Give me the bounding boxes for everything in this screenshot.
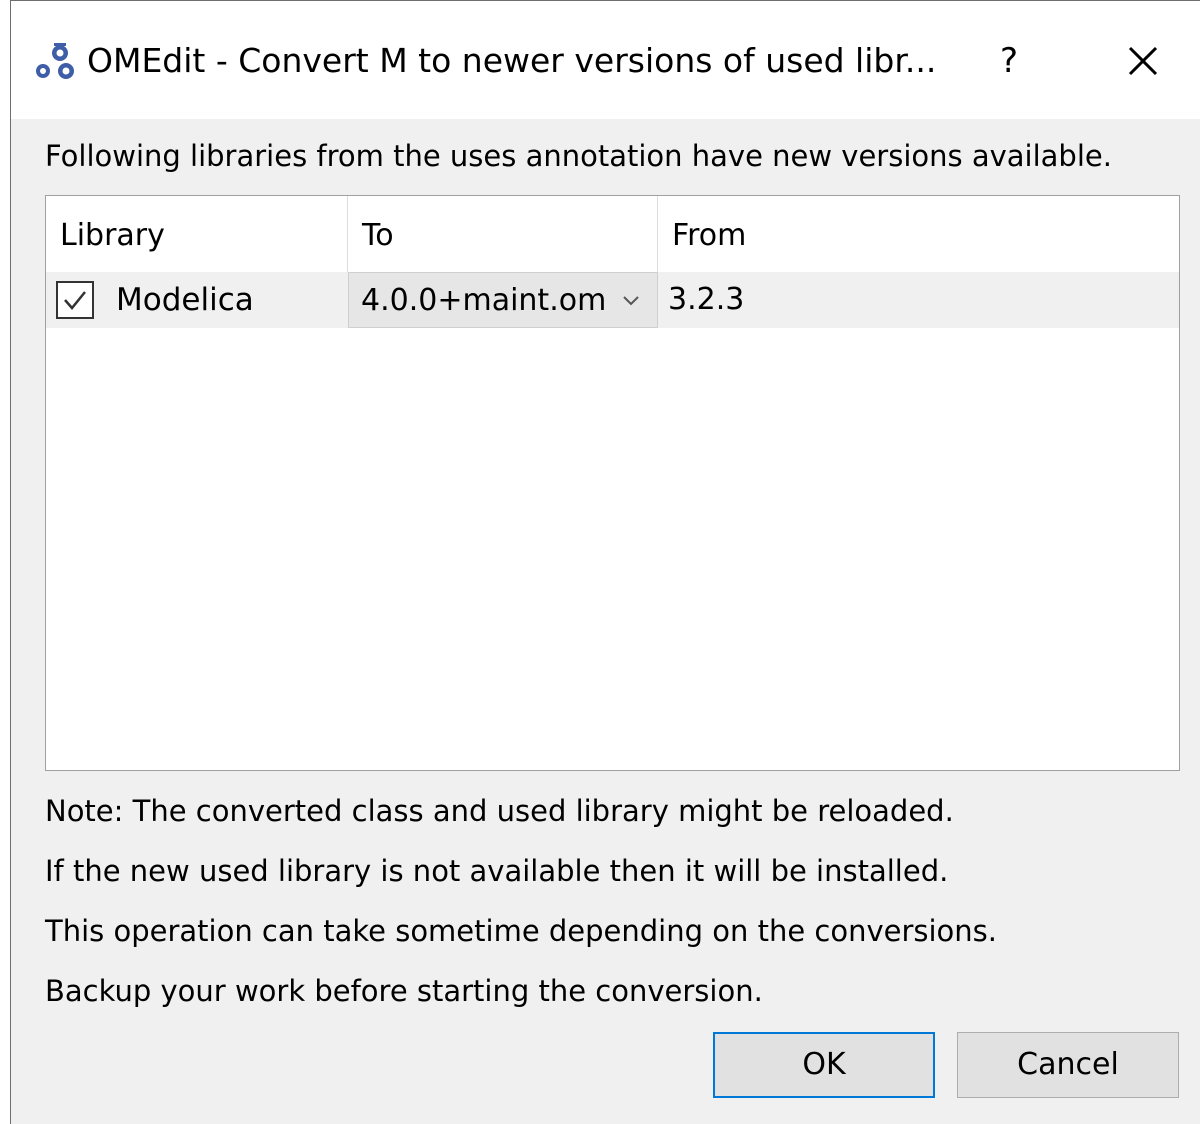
column-header-library[interactable]: Library (46, 196, 348, 272)
note-line: Backup your work before starting the con… (45, 974, 763, 1008)
table-row[interactable]: Modelica 4.0.0+maint.om 3.2.3 (46, 272, 1179, 328)
chevron-down-icon (623, 296, 639, 306)
libraries-table: Library To From Modelica 4.0.0+maint.om … (45, 195, 1180, 771)
library-name: Modelica (116, 282, 254, 318)
note-line: Note: The converted class and used libra… (45, 794, 954, 828)
close-icon[interactable] (1115, 37, 1171, 85)
cancel-button[interactable]: Cancel (957, 1032, 1179, 1098)
checkmark-icon (64, 291, 86, 310)
to-version-select[interactable]: 4.0.0+maint.om (348, 272, 658, 328)
column-header-to[interactable]: To (348, 196, 658, 272)
intro-text: Following libraries from the uses annota… (45, 139, 1112, 173)
note-line: If the new used library is not available… (45, 854, 949, 888)
column-header-from[interactable]: From (658, 196, 1179, 272)
from-version-value: 3.2.3 (668, 282, 745, 317)
window-title: OMEdit - Convert M to newer versions of … (87, 41, 937, 80)
title-bar[interactable]: OMEdit - Convert M to newer versions of … (11, 1, 1200, 119)
ok-button[interactable]: OK (713, 1032, 935, 1098)
note-line: This operation can take sometime dependi… (45, 914, 998, 948)
library-checkbox[interactable] (56, 281, 94, 319)
help-button[interactable]: ? (981, 37, 1037, 85)
omedit-logo-icon (36, 43, 74, 79)
to-version-value: 4.0.0+maint.om (361, 283, 607, 318)
table-header: Library To From (46, 196, 1179, 272)
dialog-window: OMEdit - Convert M to newer versions of … (10, 0, 1200, 1124)
